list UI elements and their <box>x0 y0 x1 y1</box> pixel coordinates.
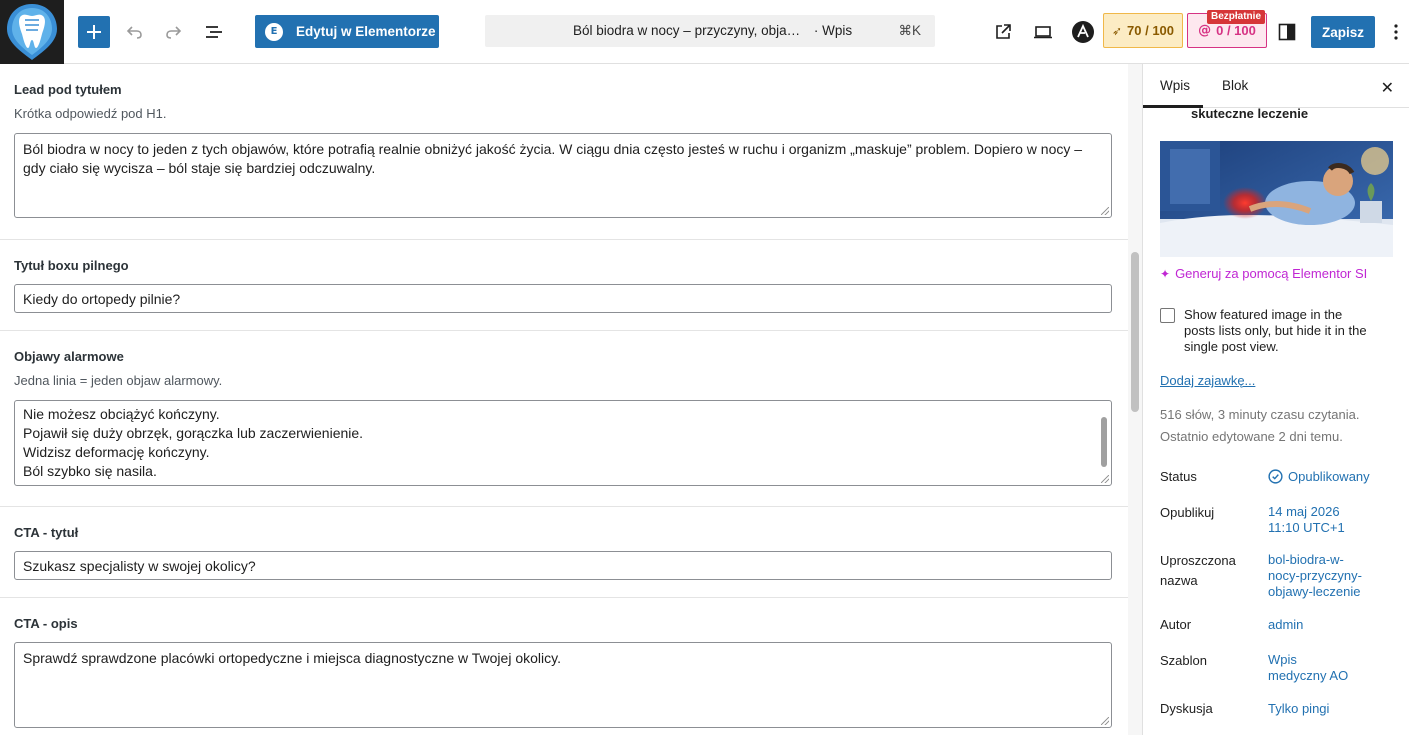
sparkle-icon: ✦ <box>1160 267 1171 281</box>
cta-desc-textarea[interactable]: Sprawdź sprawdzone placówki ortopedyczne… <box>14 642 1112 728</box>
symptom-line: Widzisz deformację kończyny. <box>23 444 210 460</box>
undo-icon <box>126 26 142 39</box>
site-logo[interactable] <box>0 0 64 64</box>
redo-button[interactable] <box>158 16 190 48</box>
discussion-value[interactable]: Tylko pingi <box>1268 701 1329 717</box>
save-button[interactable]: Zapisz <box>1311 16 1375 48</box>
external-link-icon <box>996 24 1011 39</box>
redo-icon <box>166 26 182 39</box>
slug-label: Uproszczona nazwa <box>1160 553 1236 588</box>
field-alarm-symptoms: Objawy alarmowe Jedna linia = jeden obja… <box>0 331 1128 507</box>
laptop-icon <box>1034 26 1052 39</box>
author-label: Autor <box>1160 617 1192 632</box>
field-cta-title: CTA - tytuł Szukasz specjalisty w swojej… <box>0 507 1128 598</box>
plus-icon <box>87 25 101 39</box>
ai-score-value: 70 / 100 <box>1127 23 1175 38</box>
settings-toggle-button[interactable] <box>1271 16 1303 48</box>
astra-logo-icon <box>1072 21 1094 43</box>
edit-with-elementor-button[interactable]: E Edytuj w Elementorze <box>255 15 439 48</box>
field-hint: Jedna linia = jeden objaw alarmowy. <box>14 373 223 388</box>
tooth-map-pin-icon <box>7 4 57 60</box>
slug-value[interactable]: bol-biodra-w- nocy-przyczyny- objawy-lec… <box>1268 552 1362 600</box>
cta-title-input[interactable]: Szukasz specjalisty w swojej okolicy? <box>14 551 1112 580</box>
field-cta-desc: CTA - opis Sprawdź sprawdzone placówki o… <box>0 598 1128 735</box>
field-label: Objawy alarmowe <box>14 349 124 364</box>
generate-ai-link[interactable]: ✦ Generuj za pomocą Elementor SI <box>1160 266 1367 281</box>
close-icon[interactable]: ✕ <box>1381 78 1394 97</box>
field-label: Tytuł boxu pilnego <box>14 258 129 273</box>
elementor-icon: E <box>265 22 283 41</box>
at-sign-icon: @ <box>1198 23 1212 38</box>
edit-elementor-label: Edytuj w Elementorze <box>296 24 436 39</box>
show-featured-label: Show featured image in the posts lists o… <box>1184 307 1367 354</box>
sidebar-panel-icon <box>1278 23 1296 41</box>
word-count-text: 516 słów, 3 minuty czasu czytania. <box>1160 407 1360 422</box>
symptom-line: Nie możesz obciążyć kończyny. <box>23 406 220 422</box>
last-edited-text: Ostatnio edytowane 2 dni temu. <box>1160 429 1343 444</box>
post-title-short: Ból biodra w nocy – przyczyny, obja… <box>573 23 801 38</box>
resize-handle[interactable] <box>1101 207 1109 215</box>
field-label: Lead pod tytułem <box>14 82 122 97</box>
editor-window: E Edytuj w Elementorze Ból biodra w nocy… <box>0 0 1409 735</box>
field-lead: Lead pod tytułem Krótka odpowiedź pod H1… <box>0 64 1128 240</box>
field-label: CTA - opis <box>14 616 78 631</box>
field-urgent-box: Tytuł boxu pilnego Kiedy do ortopedy pil… <box>0 240 1128 331</box>
post-type-label: · Wpis <box>813 23 853 38</box>
astra-button[interactable] <box>1067 16 1099 48</box>
ai-score-badge[interactable]: ➶ 70 / 100 <box>1103 13 1183 48</box>
man-in-bed-photo <box>1160 141 1393 257</box>
view-post-button[interactable] <box>987 16 1019 48</box>
textarea-scrollbar[interactable] <box>1099 403 1109 473</box>
show-featured-checkbox[interactable] <box>1160 308 1175 323</box>
published-check-icon <box>1268 469 1283 484</box>
publish-label: Opublikuj <box>1160 505 1215 520</box>
top-toolbar: E Edytuj w Elementorze Ból biodra w nocy… <box>0 0 1409 64</box>
document-overview-button[interactable] <box>198 16 230 48</box>
more-vertical-icon <box>1394 24 1398 40</box>
tab-block[interactable]: Blok <box>1222 78 1248 93</box>
resize-handle[interactable] <box>1101 475 1109 483</box>
settings-sidebar: Wpis Blok ✕ skuteczne leczenie ✦ Generuj… <box>1142 64 1409 735</box>
undo-button[interactable] <box>118 16 150 48</box>
sidebar-tabs: Wpis Blok ✕ <box>1143 64 1409 108</box>
seo-score-value: 0 / 100 <box>1216 23 1256 38</box>
symptom-line: Pojawił się duży obrzęk, gorączka lub za… <box>23 425 364 441</box>
status-label: Status <box>1160 469 1197 484</box>
lead-textarea[interactable]: Ból biodra w nocy to jeden z tych objawó… <box>14 133 1112 218</box>
shortcut-hint: ⌘K <box>898 23 921 38</box>
resize-handle[interactable] <box>1101 717 1109 725</box>
field-label: CTA - tytuł <box>14 525 79 540</box>
add-excerpt-link[interactable]: Dodaj zajawkę... <box>1160 373 1255 388</box>
template-value[interactable]: Wpis medyczny AO <box>1268 652 1348 684</box>
urgent-box-title-input[interactable]: Kiedy do ortopedy pilnie? <box>14 284 1112 313</box>
preview-device-button[interactable] <box>1027 16 1059 48</box>
options-menu-button[interactable] <box>1384 16 1408 48</box>
field-hint: Krótka odpowiedź pod H1. <box>14 106 167 121</box>
rocket-icon: ➶ <box>1111 23 1123 38</box>
featured-image[interactable] <box>1160 141 1393 257</box>
free-badge: Bezpłatnie <box>1207 10 1266 24</box>
symptom-line: Ból szybko się nasila. <box>23 463 157 479</box>
author-value[interactable]: admin <box>1268 617 1303 633</box>
status-value[interactable]: Opublikowany <box>1268 469 1370 485</box>
add-block-button[interactable] <box>78 16 110 48</box>
discussion-label: Dyskusja <box>1160 701 1213 716</box>
custom-fields-area: Lead pod tytułem Krótka odpowiedź pod H1… <box>0 64 1128 735</box>
publish-date-value[interactable]: 14 maj 2026 11:10 UTC+1 <box>1268 504 1345 536</box>
list-view-icon <box>206 26 222 38</box>
command-palette-bar[interactable]: Ból biodra w nocy – przyczyny, obja… · W… <box>485 15 935 47</box>
cta-desc-text: Sprawdź sprawdzone placówki ortopedyczne… <box>23 650 561 666</box>
featured-image-caption: skuteczne leczenie <box>1191 106 1309 120</box>
lead-text: Ból biodra w nocy to jeden z tych objawó… <box>23 141 1083 176</box>
main-scrollbar[interactable] <box>1128 64 1142 735</box>
template-label: Szablon <box>1160 653 1207 668</box>
alarm-symptoms-textarea[interactable]: Nie możesz obciążyć kończyny. Pojawił si… <box>14 400 1112 486</box>
tab-post[interactable]: Wpis <box>1160 78 1190 93</box>
